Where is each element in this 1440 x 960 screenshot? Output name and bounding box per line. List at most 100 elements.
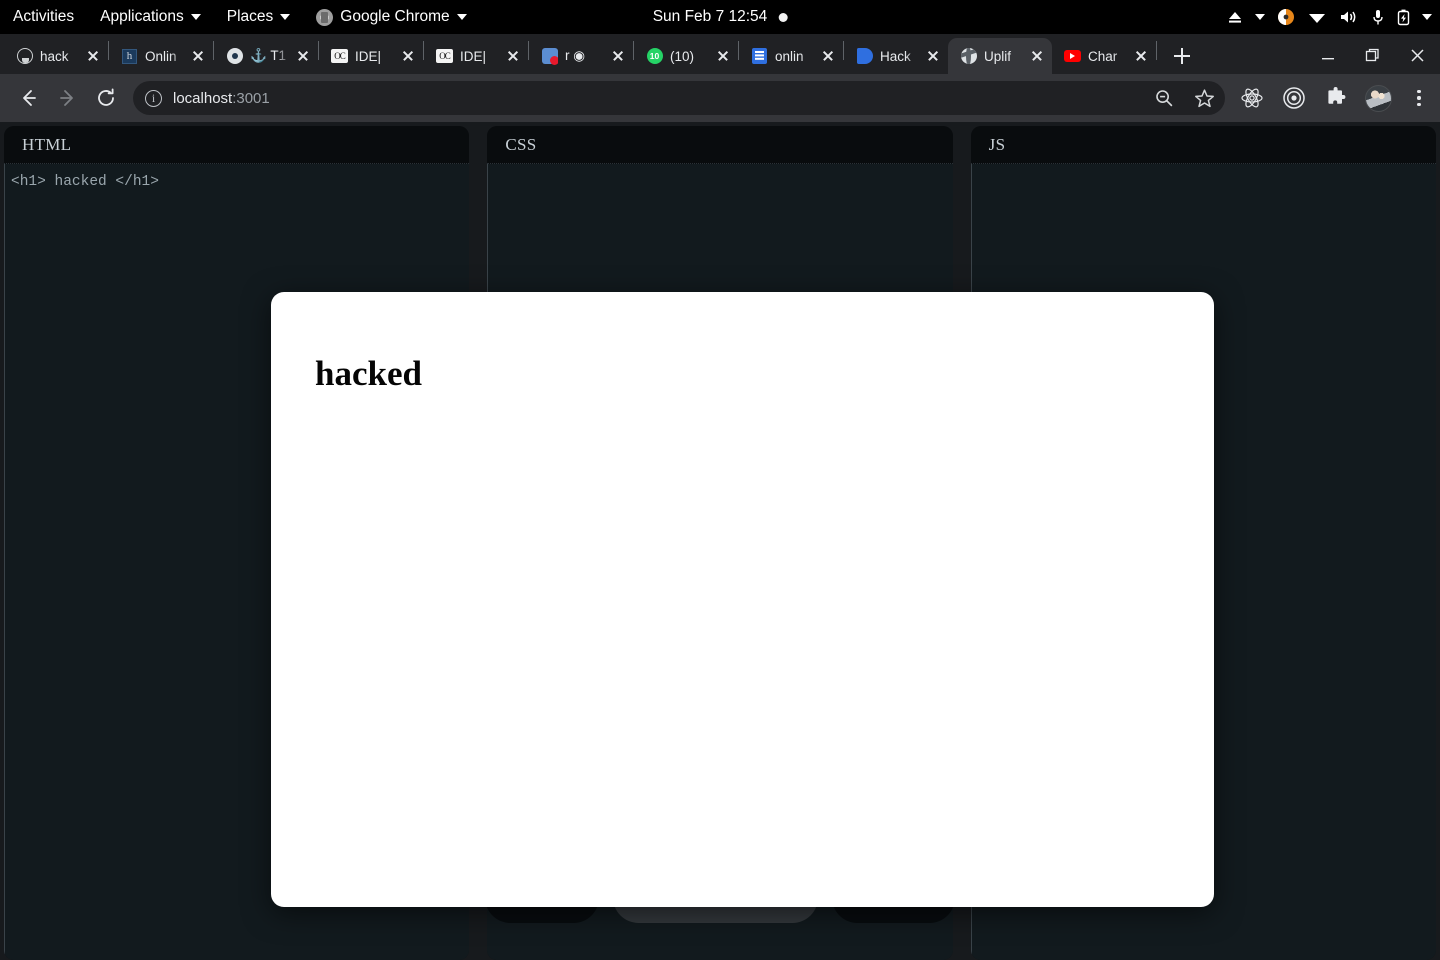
eject-icon[interactable] — [1227, 9, 1243, 25]
address-bar[interactable]: i localhost:3001 — [133, 81, 1225, 115]
close-icon[interactable] — [714, 47, 732, 65]
tab-title: Hack — [880, 48, 911, 64]
gear-icon — [226, 48, 243, 65]
h-letter-icon: h — [121, 48, 138, 65]
gnome-top-bar: Activities Applications Places Google Ch… — [0, 0, 1440, 34]
close-icon[interactable] — [189, 47, 207, 65]
profile-avatar[interactable] — [1365, 84, 1392, 112]
tab-title: hack — [40, 48, 69, 64]
close-window-button[interactable] — [1395, 38, 1440, 72]
preview-heading: hacked — [315, 354, 422, 393]
browser-tab-ide-2[interactable]: OC IDE| — [424, 38, 528, 74]
url-text: localhost:3001 — [173, 90, 270, 107]
system-tray[interactable] — [1227, 0, 1432, 34]
omnibox-actions — [1151, 81, 1217, 115]
screen-recorder-icon — [541, 48, 558, 65]
globe-icon — [960, 48, 977, 65]
window-controls — [1305, 38, 1440, 72]
chevron-down-icon — [456, 14, 467, 20]
preview-modal[interactable]: hacked — [271, 292, 1214, 907]
applications-menu[interactable]: Applications — [87, 0, 214, 34]
browser-tab-docs[interactable]: onlin — [739, 38, 843, 74]
ide-icon: OC — [331, 48, 348, 65]
tab-title: IDE| — [355, 48, 382, 64]
tab-separator — [1156, 40, 1157, 60]
tab-title: Char — [1088, 48, 1118, 64]
forward-button[interactable] — [49, 80, 85, 116]
pomodoro-icon[interactable] — [1277, 8, 1295, 26]
close-icon[interactable] — [609, 47, 627, 65]
tab-title: IDE| — [460, 48, 487, 64]
browser-tab-whatsapp[interactable]: 10 (10) — [634, 38, 738, 74]
back-button[interactable] — [10, 80, 46, 116]
places-menu[interactable]: Places — [214, 0, 304, 34]
chevron-down-icon — [190, 14, 201, 20]
react-devtools-icon[interactable] — [1239, 85, 1265, 111]
close-icon[interactable] — [399, 47, 417, 65]
ide-icon: OC — [436, 48, 453, 65]
tab-title: onlin — [775, 48, 804, 64]
browser-tab-uplift-active[interactable]: Uplif — [948, 38, 1052, 74]
youtube-icon — [1064, 48, 1081, 65]
tab-strip: hack h Onlin ⚓ T1 OC IDE| OC IDE| r ◉ 10… — [0, 34, 1440, 74]
close-icon[interactable] — [294, 47, 312, 65]
browser-tab-hackerrank[interactable]: Hack — [844, 38, 948, 74]
tab-title: Onlin — [145, 48, 177, 64]
bookmark-star-icon[interactable] — [1191, 85, 1217, 111]
tab-title: r ◉ — [565, 48, 586, 63]
maximize-button[interactable] — [1350, 38, 1395, 72]
close-icon[interactable] — [819, 47, 837, 65]
browser-tab-recorder[interactable]: r ◉ — [529, 38, 633, 74]
docs-icon — [751, 48, 768, 65]
volume-icon[interactable] — [1339, 9, 1359, 25]
three-dot-menu-icon[interactable] — [1408, 89, 1430, 107]
activities-label: Activities — [13, 8, 75, 25]
browser-tab-hack[interactable]: hack — [4, 38, 108, 74]
url-host: localhost — [173, 89, 233, 107]
close-icon[interactable] — [504, 47, 522, 65]
extension-toolbar — [1239, 84, 1430, 112]
chevron-down-icon[interactable] — [1422, 14, 1432, 20]
url-port: :3001 — [232, 89, 270, 107]
browser-tab-youtube[interactable]: Char — [1052, 38, 1156, 74]
activities-button[interactable]: Activities — [0, 0, 87, 34]
github-icon — [16, 48, 33, 65]
recording-indicator-icon — [778, 12, 788, 22]
new-tab-button[interactable] — [1167, 41, 1197, 71]
clock-label: Sun Feb 7 12:54 — [652, 8, 768, 25]
close-icon[interactable] — [924, 47, 942, 65]
tab-title: ⚓ T1 — [250, 48, 287, 63]
browser-tab-ide-1[interactable]: OC IDE| — [319, 38, 423, 74]
places-label: Places — [226, 8, 274, 25]
whatsapp-icon: 10 — [646, 48, 663, 65]
chrome-icon — [316, 8, 334, 26]
zoom-out-icon[interactable] — [1151, 85, 1177, 111]
app-page: HTML <h1> hacked </h1> CSS Record Open V… — [0, 122, 1440, 960]
js-panel-title: JS — [970, 126, 1436, 164]
chrome-window: hack h Onlin ⚓ T1 OC IDE| OC IDE| r ◉ 10… — [0, 34, 1440, 960]
chevron-down-icon[interactable] — [1255, 14, 1265, 20]
site-info-icon[interactable]: i — [145, 89, 162, 107]
browser-toolbar: i localhost:3001 — [0, 74, 1440, 122]
active-application-label: Google Chrome — [340, 8, 450, 25]
target-icon[interactable] — [1281, 85, 1307, 111]
clock-menu[interactable]: Sun Feb 7 12:54 — [653, 8, 788, 26]
applications-label: Applications — [100, 8, 184, 25]
wifi-icon[interactable] — [1307, 9, 1327, 25]
microphone-icon[interactable] — [1371, 9, 1385, 26]
minimize-button[interactable] — [1305, 38, 1350, 72]
reload-button[interactable] — [88, 80, 124, 116]
extensions-puzzle-icon[interactable] — [1323, 85, 1349, 111]
close-icon[interactable] — [1132, 47, 1150, 65]
close-icon[interactable] — [84, 47, 102, 65]
browser-tab-t1[interactable]: ⚓ T1 — [214, 38, 318, 74]
tab-title: (10) — [670, 48, 695, 64]
tab-title: Uplif — [984, 48, 1012, 64]
battery-icon[interactable] — [1397, 9, 1410, 26]
close-icon[interactable] — [1028, 47, 1046, 65]
active-application-menu[interactable]: Google Chrome — [303, 0, 479, 34]
css-panel-title: CSS — [487, 126, 953, 164]
chevron-down-icon — [280, 14, 291, 20]
browser-tab-online[interactable]: h Onlin — [109, 38, 213, 74]
html-panel-title: HTML — [4, 126, 470, 164]
